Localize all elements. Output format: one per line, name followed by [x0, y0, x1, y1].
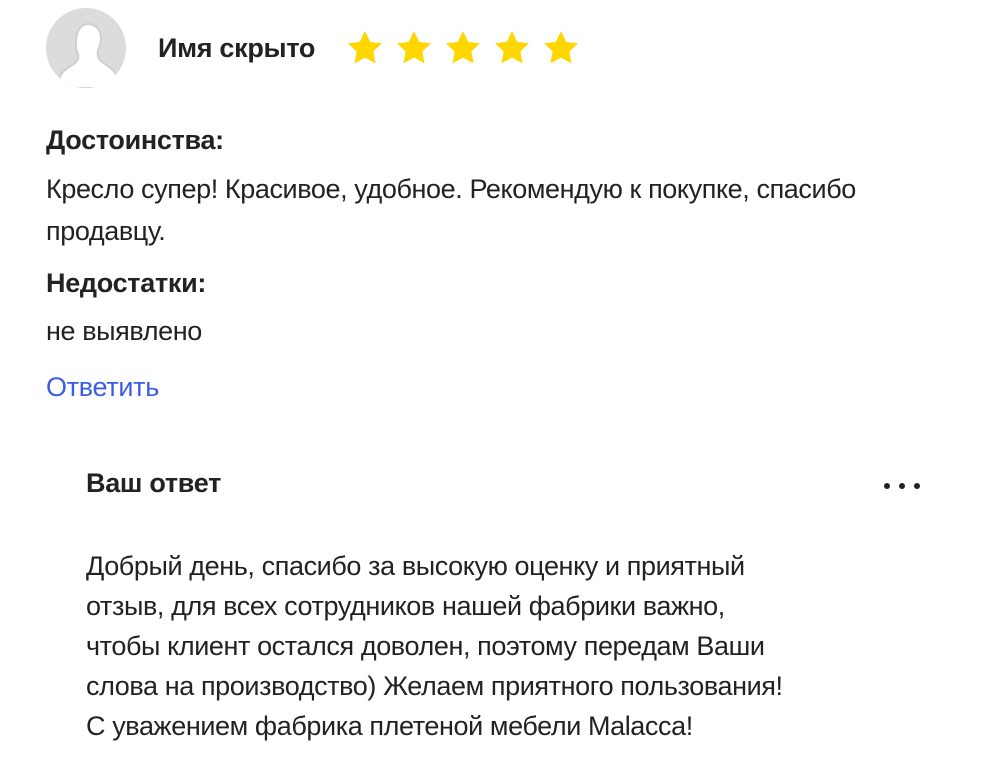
star-icon: [397, 31, 432, 64]
cons-text: не выявлено: [46, 316, 202, 346]
author-name: Имя скрыто: [158, 32, 316, 63]
more-horizontal-icon[interactable]: [884, 472, 920, 500]
more-dot: [899, 483, 905, 489]
pros-text: Кресло супер! Красивое, удобное. Рекомен…: [46, 174, 856, 246]
answer-text: Добрый день, спасибо за высокую оценку и…: [86, 551, 783, 741]
star-rating: [345, 28, 581, 68]
star-icon: [544, 31, 579, 64]
review-header: Имя скрыто: [46, 8, 581, 88]
star-icon: [348, 31, 383, 64]
pros-title: Достоинства:: [46, 125, 224, 155]
star-icon: [495, 31, 530, 64]
more-dot: [884, 483, 890, 489]
reply-link[interactable]: Ответить: [46, 372, 159, 403]
avatar[interactable]: [46, 8, 126, 88]
more-dot: [914, 483, 920, 489]
answer-title: Ваш ответ: [86, 468, 221, 498]
user-silhouette-icon: [46, 8, 126, 88]
answer-block: Ваш ответ Добрый день, спасибо за высоку…: [86, 468, 946, 741]
star-icon: [446, 31, 481, 64]
cons-title: Недостатки:: [46, 268, 207, 298]
